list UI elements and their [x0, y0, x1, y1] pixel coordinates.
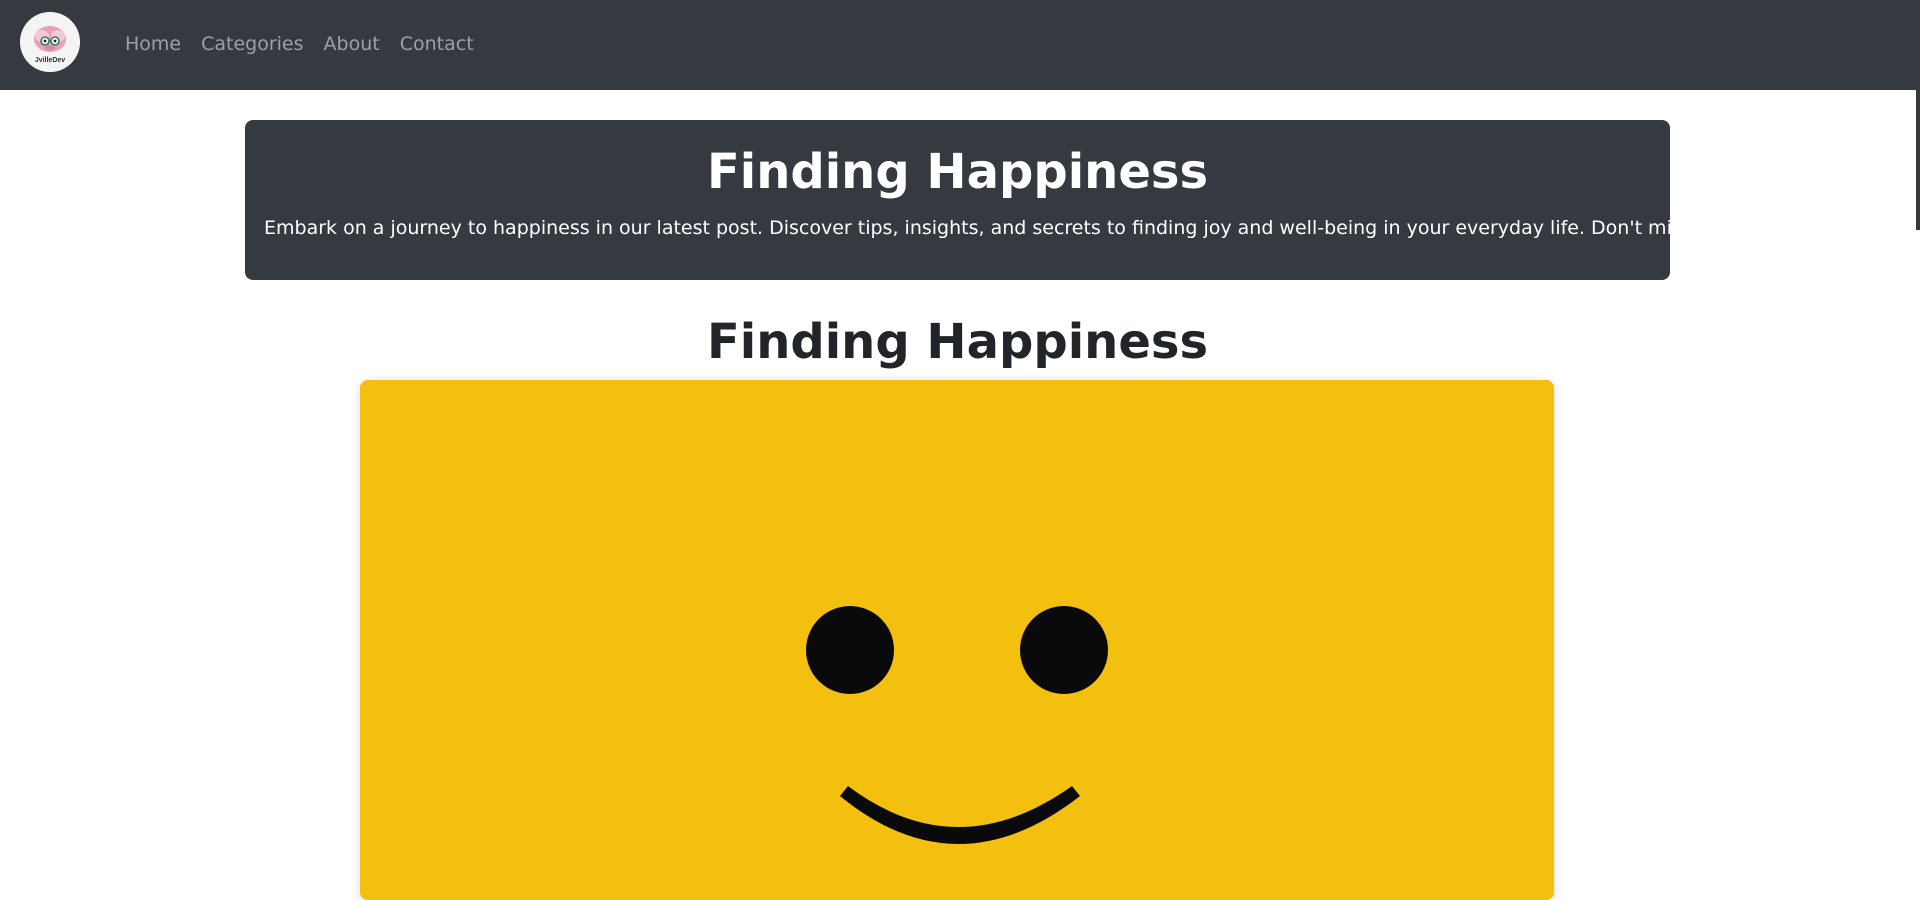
right-eye — [1020, 606, 1108, 694]
hero-banner: Finding Happiness Embark on a journey to… — [245, 120, 1719, 280]
nav-link-contact[interactable]: Contact — [400, 30, 474, 58]
post-title: Finding Happiness — [706, 314, 1209, 370]
nav-links: Home Categories About Contact — [125, 30, 494, 58]
hero-title: Finding Happiness — [706, 144, 1209, 200]
site-logo[interactable]: JvilleDev — [20, 12, 80, 72]
post-image — [360, 380, 1554, 900]
smiley-face-icon — [360, 380, 1554, 900]
top-navbar: JvilleDev Home Categories About Contact — [0, 0, 1920, 90]
nav-link-about[interactable]: About — [324, 30, 380, 58]
svg-text:JvilleDev: JvilleDev — [35, 57, 65, 64]
nav-link-categories[interactable]: Categories — [201, 30, 303, 58]
hero-description: Embark on a journey to happiness in our … — [264, 217, 1719, 239]
logo-mascot-icon: JvilleDev — [20, 12, 80, 72]
scrollbar-thumb[interactable] — [1916, 90, 1920, 230]
left-eye — [806, 606, 894, 694]
nav-link-home[interactable]: Home — [125, 30, 181, 58]
